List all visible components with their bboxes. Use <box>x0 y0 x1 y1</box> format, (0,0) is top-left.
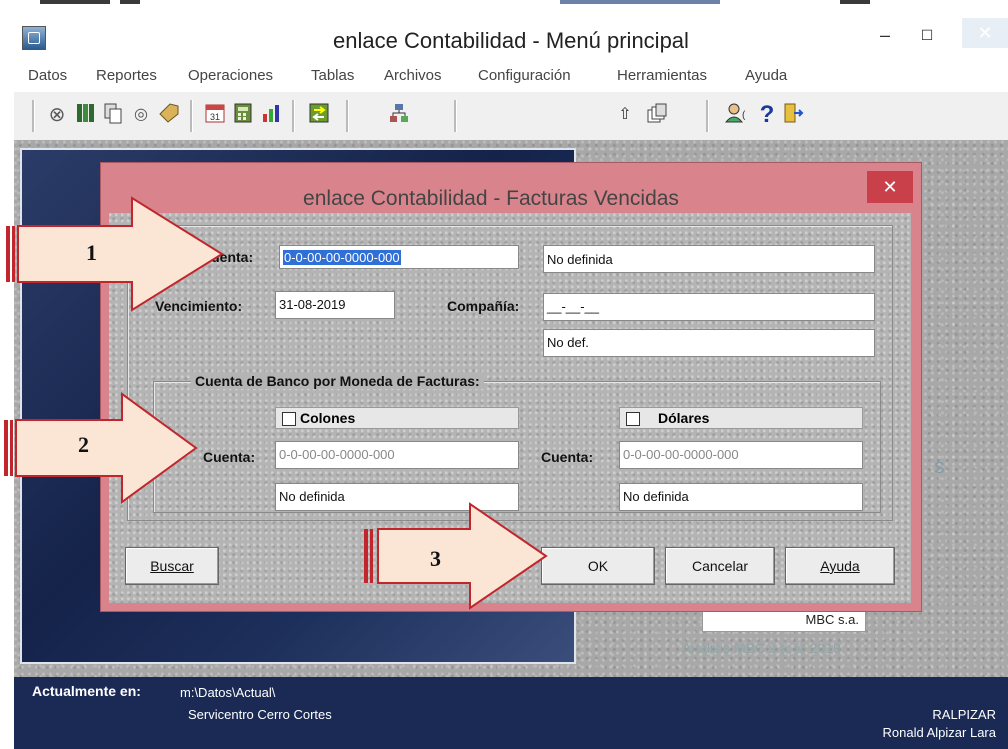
window-title: enlace Contabilidad - Menú principal <box>333 28 689 53</box>
close-button[interactable]: ✕ <box>962 18 1008 48</box>
dolares-checkbox-box[interactable] <box>626 412 640 426</box>
dolares-description: No definida <box>619 483 863 511</box>
exit-door-icon[interactable] <box>780 102 806 128</box>
callout-label-2: 2 <box>78 432 89 457</box>
copyright-text: Análisis MBC s.a. © 2019 <box>682 640 841 656</box>
compania-description: No def. <box>543 329 875 357</box>
cuenta-input[interactable]: 0-0-00-00-0000-000 <box>279 245 519 269</box>
user-icon[interactable]: ( <box>724 102 750 128</box>
ayuda-button[interactable]: Ayuda <box>785 547 895 585</box>
chart-icon[interactable] <box>258 102 284 128</box>
help-icon[interactable]: ? <box>754 102 780 128</box>
menu-tablas[interactable]: Tablas <box>311 67 354 84</box>
menu-datos[interactable]: Datos <box>28 67 67 84</box>
menu-operaciones[interactable]: Operaciones <box>188 67 273 84</box>
copy-icon[interactable] <box>100 102 126 128</box>
vencimiento-input[interactable]: 31-08-2019 <box>275 291 395 319</box>
menu-reportes[interactable]: Reportes <box>96 67 157 84</box>
buscar-button-label: Buscar <box>150 558 194 574</box>
status-path: m:\Datos\Actual\ <box>180 685 276 700</box>
title-bar: enlace Contabilidad - Menú principal – ☐… <box>14 14 1008 64</box>
calendar-icon[interactable]: 31 <box>202 102 228 128</box>
compania-input[interactable]: __-__-__ <box>543 293 875 321</box>
colones-label: Colones <box>300 410 356 426</box>
menu-herramientas[interactable]: Herramientas <box>617 67 707 84</box>
callout-arrow-3: 3 <box>358 502 550 610</box>
dolares-checkbox[interactable]: Dólares <box>619 407 863 429</box>
exchange-icon[interactable] <box>306 102 332 128</box>
menu-bar: Datos Reportes Operaciones Tablas Archiv… <box>14 64 1008 93</box>
status-company: Servicentro Cerro Cortes <box>188 707 332 722</box>
colones-cuenta-input[interactable]: 0-0-00-00-0000-000 <box>275 441 519 469</box>
book-icon[interactable] <box>72 102 98 128</box>
menu-ayuda[interactable]: Ayuda <box>745 67 787 84</box>
dolares-cuenta-input[interactable]: 0-0-00-00-0000-000 <box>619 441 863 469</box>
bank-group-title: Cuenta de Banco por Moneda de Facturas: <box>191 373 484 389</box>
status-user-name: Ronald Alpizar Lara <box>882 725 996 740</box>
cuenta-description: No definida <box>543 245 875 273</box>
buscar-button[interactable]: Buscar <box>125 547 219 585</box>
arrow-up-icon[interactable]: ⇧ <box>612 102 638 128</box>
minimize-button[interactable]: – <box>870 22 900 48</box>
background-letter: S <box>934 460 945 477</box>
colones-checkbox[interactable]: Colones <box>275 407 519 429</box>
callout-label-3: 3 <box>430 546 441 571</box>
toolbar: ⊗ ◎ 31 ⇧ ( ? <box>14 92 1008 141</box>
calculator-icon[interactable] <box>230 102 256 128</box>
sitemap-icon[interactable] <box>386 102 412 128</box>
maximize-button[interactable]: ☐ <box>912 22 942 48</box>
svg-text:31: 31 <box>210 112 220 122</box>
callout-arrow-1: 1 <box>0 196 226 312</box>
search-book-icon[interactable]: ◎ <box>128 102 154 128</box>
status-user-code: RALPIZAR <box>932 707 996 722</box>
windows-icon[interactable] <box>644 102 670 128</box>
status-label: Actualmente en: <box>32 683 141 699</box>
ok-button[interactable]: OK <box>541 547 655 585</box>
status-bar: Actualmente en: m:\Datos\Actual\ Service… <box>14 677 1008 749</box>
colones-checkbox-box[interactable] <box>282 412 296 426</box>
callout-arrow-2: 2 <box>0 392 200 504</box>
mbc-label: MBC s.a. <box>805 612 859 627</box>
dolares-label: Dólares <box>658 410 710 426</box>
menu-configuracion[interactable]: Configuración <box>478 67 571 84</box>
colones-cuenta-label: Cuenta: <box>203 449 256 465</box>
top-edge <box>0 0 1008 8</box>
cuenta-value: 0-0-00-00-0000-000 <box>283 250 401 265</box>
svg-text:(: ( <box>742 110 746 121</box>
menu-archivos[interactable]: Archivos <box>384 67 442 84</box>
binoculars-icon[interactable]: ⊗ <box>44 102 70 128</box>
ayuda-button-label: Ayuda <box>820 558 860 574</box>
dialog-close-button[interactable]: ✕ <box>867 171 913 203</box>
cancelar-button[interactable]: Cancelar <box>665 547 775 585</box>
compania-label: Compañía: <box>447 298 520 314</box>
tag-icon[interactable] <box>156 102 182 128</box>
dolares-cuenta-label: Cuenta: <box>541 449 594 465</box>
callout-label-1: 1 <box>86 240 97 265</box>
